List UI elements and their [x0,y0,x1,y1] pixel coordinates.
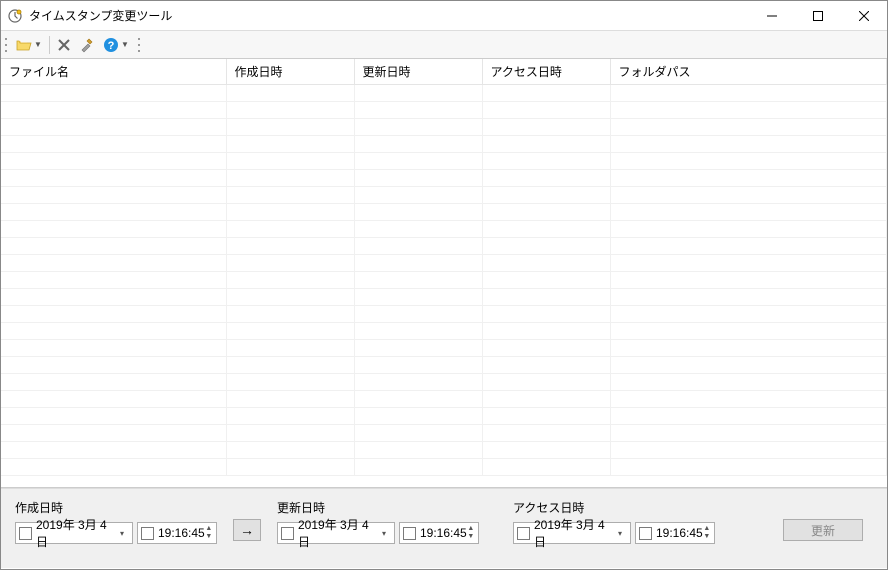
chevron-down-icon: ▾ [377,529,391,538]
table-row[interactable] [1,170,887,187]
created-date-picker[interactable]: 2019年 3月 4日 ▾ [15,522,133,544]
table-row[interactable] [1,221,887,238]
spinner-icon[interactable]: ▲▼ [467,525,475,541]
chevron-down-icon: ▾ [115,529,129,538]
bottom-panel: 作成日時 2019年 3月 4日 ▾ 19:16:45 ▲▼ → 更新日時 20… [1,488,887,568]
column-filename[interactable]: ファイル名 [1,59,226,85]
file-table-body [1,85,887,476]
table-row[interactable] [1,204,887,221]
modified-date-value: 2019年 3月 4日 [298,516,377,550]
table-row[interactable] [1,442,887,459]
arrow-right-icon: → [240,522,254,538]
table-row[interactable] [1,187,887,204]
column-folder[interactable]: フォルダパス [610,59,887,85]
table-row[interactable] [1,425,887,442]
close-button[interactable] [841,1,887,30]
accessed-time-value: 19:16:45 [656,526,703,540]
created-date-checkbox[interactable] [19,527,32,540]
created-time-value: 19:16:45 [158,526,205,540]
table-row[interactable] [1,323,887,340]
spinner-icon[interactable]: ▲▼ [703,525,711,541]
created-label: 作成日時 [15,499,217,516]
table-row[interactable] [1,119,887,136]
column-modified[interactable]: 更新日時 [354,59,482,85]
toolbar-separator [49,36,50,54]
accessed-label: アクセス日時 [513,499,715,516]
modified-time-picker[interactable]: 19:16:45 ▲▼ [399,522,479,544]
created-time-checkbox[interactable] [141,527,154,540]
tools-icon [79,37,95,53]
toolbar: ▼ ? ▼ [1,31,887,59]
table-row[interactable] [1,255,887,272]
accessed-group: アクセス日時 2019年 3月 4日 ▾ 19:16:45 ▲▼ [513,499,715,544]
table-row[interactable] [1,136,887,153]
dropdown-arrow-icon: ▼ [121,40,129,49]
spinner-icon[interactable]: ▲▼ [205,525,213,541]
file-table[interactable]: ファイル名 作成日時 更新日時 アクセス日時 フォルダパス [1,59,887,476]
folder-open-icon [16,37,32,53]
delete-button[interactable] [54,34,74,56]
table-row[interactable] [1,153,887,170]
table-row[interactable] [1,238,887,255]
modified-date-checkbox[interactable] [281,527,294,540]
window-controls [749,1,887,30]
minimize-button[interactable] [749,1,795,30]
created-time-picker[interactable]: 19:16:45 ▲▼ [137,522,217,544]
table-row[interactable] [1,289,887,306]
modified-label: 更新日時 [277,499,479,516]
modified-group: 更新日時 2019年 3月 4日 ▾ 19:16:45 ▲▼ [277,499,479,544]
toolbar-grip [138,36,142,54]
table-row[interactable] [1,408,887,425]
modified-time-checkbox[interactable] [403,527,416,540]
window-title: タイムスタンプ変更ツール [29,7,749,24]
svg-text:?: ? [108,40,115,52]
update-button[interactable]: 更新 [783,519,863,541]
table-row[interactable] [1,102,887,119]
open-folder-button[interactable]: ▼ [13,34,45,56]
table-row[interactable] [1,459,887,476]
accessed-time-picker[interactable]: 19:16:45 ▲▼ [635,522,715,544]
delete-icon [57,38,71,52]
created-date-value: 2019年 3月 4日 [36,516,115,550]
column-accessed[interactable]: アクセス日時 [482,59,610,85]
settings-button[interactable] [76,34,98,56]
file-list-area: ファイル名 作成日時 更新日時 アクセス日時 フォルダパス [1,59,887,488]
dropdown-arrow-icon: ▼ [34,40,42,49]
table-row[interactable] [1,306,887,323]
accessed-date-picker[interactable]: 2019年 3月 4日 ▾ [513,522,631,544]
accessed-time-checkbox[interactable] [639,527,652,540]
table-row[interactable] [1,272,887,289]
accessed-date-value: 2019年 3月 4日 [534,516,613,550]
table-row[interactable] [1,85,887,102]
apply-created-button[interactable]: → [233,519,261,541]
table-row[interactable] [1,357,887,374]
help-button[interactable]: ? ▼ [100,34,132,56]
help-icon: ? [103,37,119,53]
table-row[interactable] [1,340,887,357]
modified-time-value: 19:16:45 [420,526,467,540]
app-icon [7,8,23,24]
title-bar: タイムスタンプ変更ツール [1,1,887,31]
column-created[interactable]: 作成日時 [226,59,354,85]
table-row[interactable] [1,391,887,408]
toolbar-grip [5,36,9,54]
created-group: 作成日時 2019年 3月 4日 ▾ 19:16:45 ▲▼ [15,499,217,544]
chevron-down-icon: ▾ [613,529,627,538]
accessed-date-checkbox[interactable] [517,527,530,540]
maximize-button[interactable] [795,1,841,30]
modified-date-picker[interactable]: 2019年 3月 4日 ▾ [277,522,395,544]
table-row[interactable] [1,374,887,391]
